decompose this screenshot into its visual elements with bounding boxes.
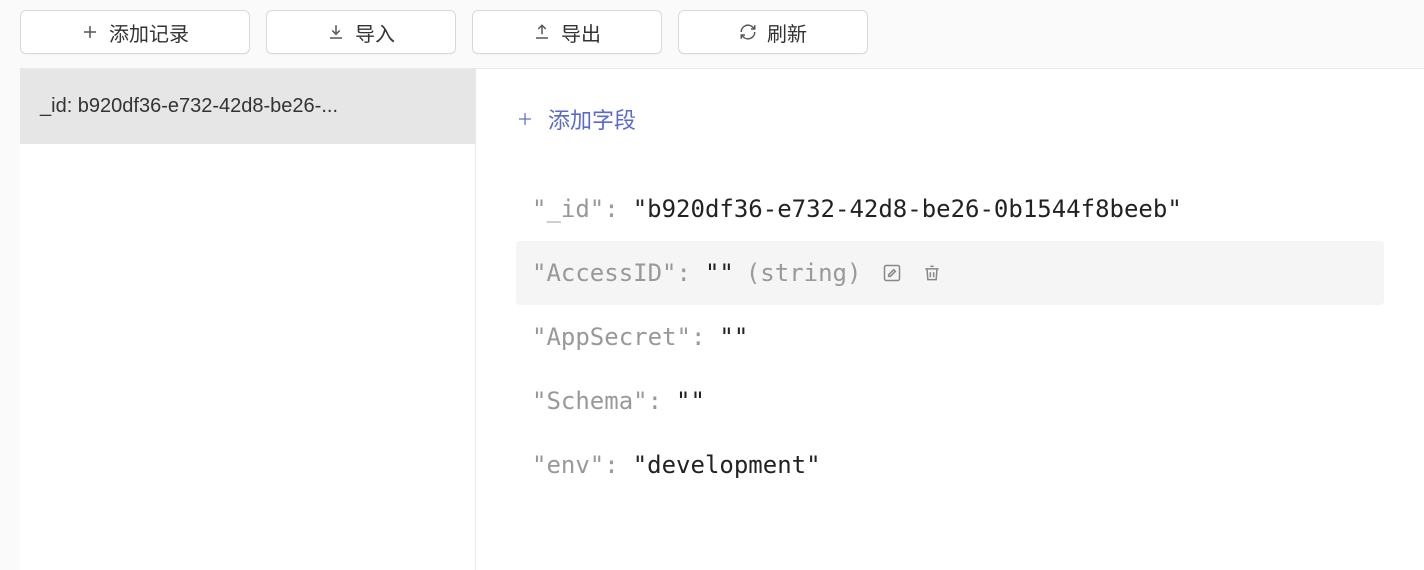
field-row[interactable]: "AccessID": "" (string) (516, 241, 1384, 305)
record-detail: 添加字段 "_id": "b920df36-e732-42d8-be26-0b1… (476, 68, 1424, 570)
export-label: 导出 (561, 18, 601, 47)
field-list: "_id": "b920df36-e732-42d8-be26-0b1544f8… (516, 177, 1384, 497)
field-key: "AccessID" (532, 255, 677, 291)
field-row[interactable]: "env": "development" (516, 433, 1384, 497)
plus-icon (81, 23, 99, 41)
colon: : (691, 319, 705, 355)
colon: : (604, 447, 618, 483)
colon: : (604, 191, 618, 227)
add-field-label: 添加字段 (548, 103, 636, 135)
import-label: 导入 (355, 18, 395, 47)
refresh-icon (739, 23, 757, 41)
add-field-button[interactable]: 添加字段 (516, 99, 636, 139)
record-list: _id: b920df36-e732-42d8-be26-... (20, 68, 476, 570)
field-value: "" (705, 255, 734, 291)
add-record-label: 添加记录 (109, 18, 189, 47)
record-item-label: _id: b920df36-e732-42d8-be26-... (40, 95, 338, 117)
field-value: "" (676, 383, 705, 419)
field-value: "b920df36-e732-42d8-be26-0b1544f8beeb" (633, 191, 1182, 227)
row-actions (881, 262, 943, 284)
field-value: "" (719, 319, 748, 355)
plus-icon (516, 110, 534, 128)
record-item[interactable]: _id: b920df36-e732-42d8-be26-... (20, 69, 475, 144)
field-key: "_id" (532, 191, 604, 227)
delete-icon[interactable] (921, 262, 943, 284)
field-key: "env" (532, 447, 604, 483)
field-key: "AppSecret" (532, 319, 691, 355)
edit-icon[interactable] (881, 262, 903, 284)
add-record-button[interactable]: 添加记录 (20, 10, 250, 54)
colon: : (648, 383, 662, 419)
field-type: (string) (746, 255, 862, 291)
field-row[interactable]: "Schema": "" (516, 369, 1384, 433)
refresh-button[interactable]: 刷新 (678, 10, 868, 54)
field-row[interactable]: "_id": "b920df36-e732-42d8-be26-0b1544f8… (516, 177, 1384, 241)
field-key: "Schema" (532, 383, 648, 419)
refresh-label: 刷新 (767, 18, 807, 47)
import-icon (327, 23, 345, 41)
colon: : (677, 255, 691, 291)
toolbar: 添加记录 导入 导出 刷新 (0, 0, 1424, 68)
export-icon (533, 23, 551, 41)
import-button[interactable]: 导入 (266, 10, 456, 54)
content-area: _id: b920df36-e732-42d8-be26-... 添加字段 "_… (0, 68, 1424, 570)
export-button[interactable]: 导出 (472, 10, 662, 54)
field-value: "development" (633, 447, 821, 483)
field-row[interactable]: "AppSecret": "" (516, 305, 1384, 369)
